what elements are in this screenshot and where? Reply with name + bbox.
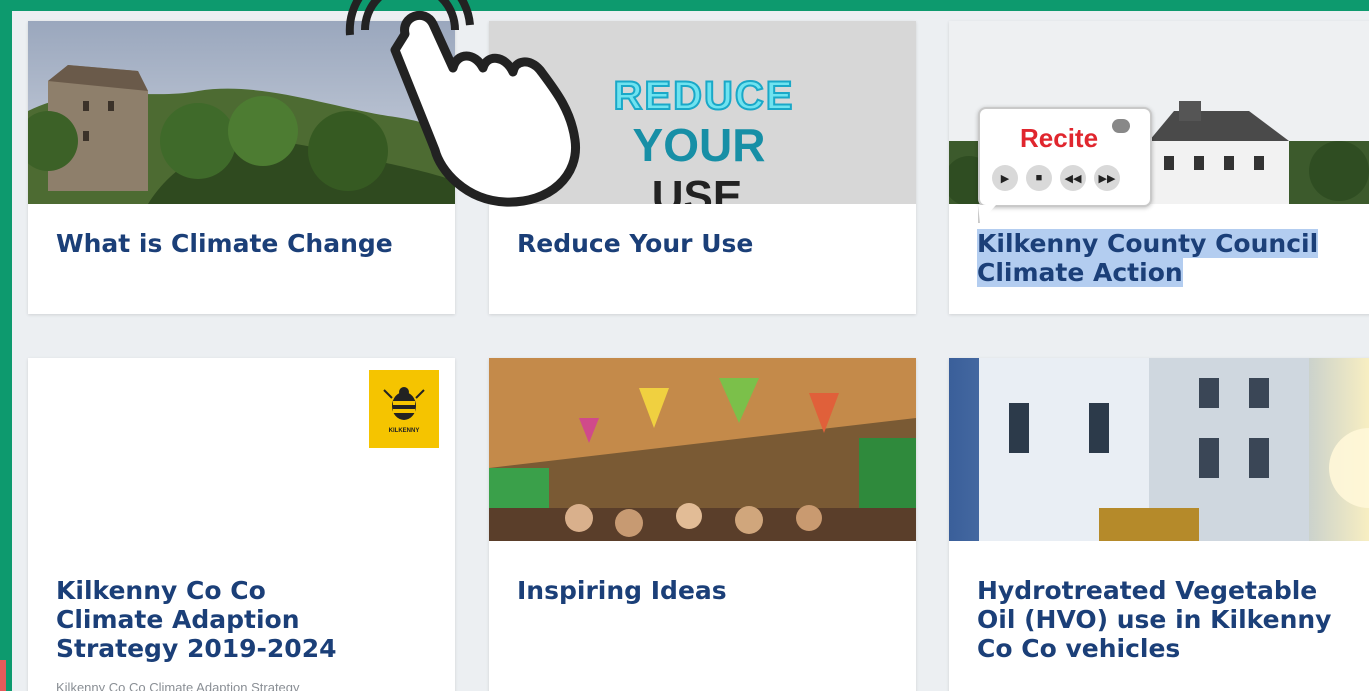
card-excerpt: Kilkenny Co Co Climate Adaption Strategy — [56, 680, 300, 691]
content-frame: What is Climate Change REDUCE YOUR USE R… — [12, 11, 1369, 691]
card-image-building — [949, 358, 1369, 541]
recite-toolbar: Recite ▶ ■ ◀◀ ▶▶ — [978, 107, 1152, 223]
reduce-text: REDUCE — [614, 74, 795, 118]
recite-logo: Recite — [1020, 123, 1099, 153]
play-icon[interactable]: ▶ — [992, 165, 1018, 191]
kilkenny-council-logo: KILKENNY — [369, 370, 439, 448]
logo-text: KILKENNY — [388, 428, 420, 434]
fast-forward-icon[interactable]: ▶▶ — [1094, 165, 1120, 191]
card-image-event — [489, 358, 916, 541]
card-title[interactable]: Reduce Your Use — [517, 229, 896, 258]
stop-icon[interactable]: ■ — [1026, 165, 1052, 191]
your-text: YOUR — [633, 119, 766, 171]
highlighted-title: Kilkenny County Council Climate Action — [977, 229, 1319, 287]
card-title[interactable]: Kilkenny County Council Climate Action — [977, 229, 1359, 287]
card-hvo-vehicles[interactable]: Hydrotreated Vegetable Oil (HVO) use in … — [949, 358, 1369, 691]
card-title[interactable]: What is Climate Change — [56, 229, 435, 258]
edge-marker — [0, 660, 6, 691]
recite-chat-icon[interactable] — [1112, 119, 1130, 133]
card-title[interactable]: Kilkenny Co Co Climate Adaption Strategy… — [56, 576, 376, 663]
card-title[interactable]: Inspiring Ideas — [517, 576, 896, 605]
card-climate-adaption-strategy[interactable]: KILKENNY Kilkenny Co Co Climate Adaption… — [28, 358, 455, 691]
rewind-icon[interactable]: ◀◀ — [1060, 165, 1086, 191]
card-inspiring-ideas[interactable]: Inspiring Ideas — [489, 358, 916, 691]
hand-pointer-icon — [325, 0, 595, 215]
use-text: USE — [652, 172, 742, 204]
card-title[interactable]: Hydrotreated Vegetable Oil (HVO) use in … — [977, 576, 1357, 663]
